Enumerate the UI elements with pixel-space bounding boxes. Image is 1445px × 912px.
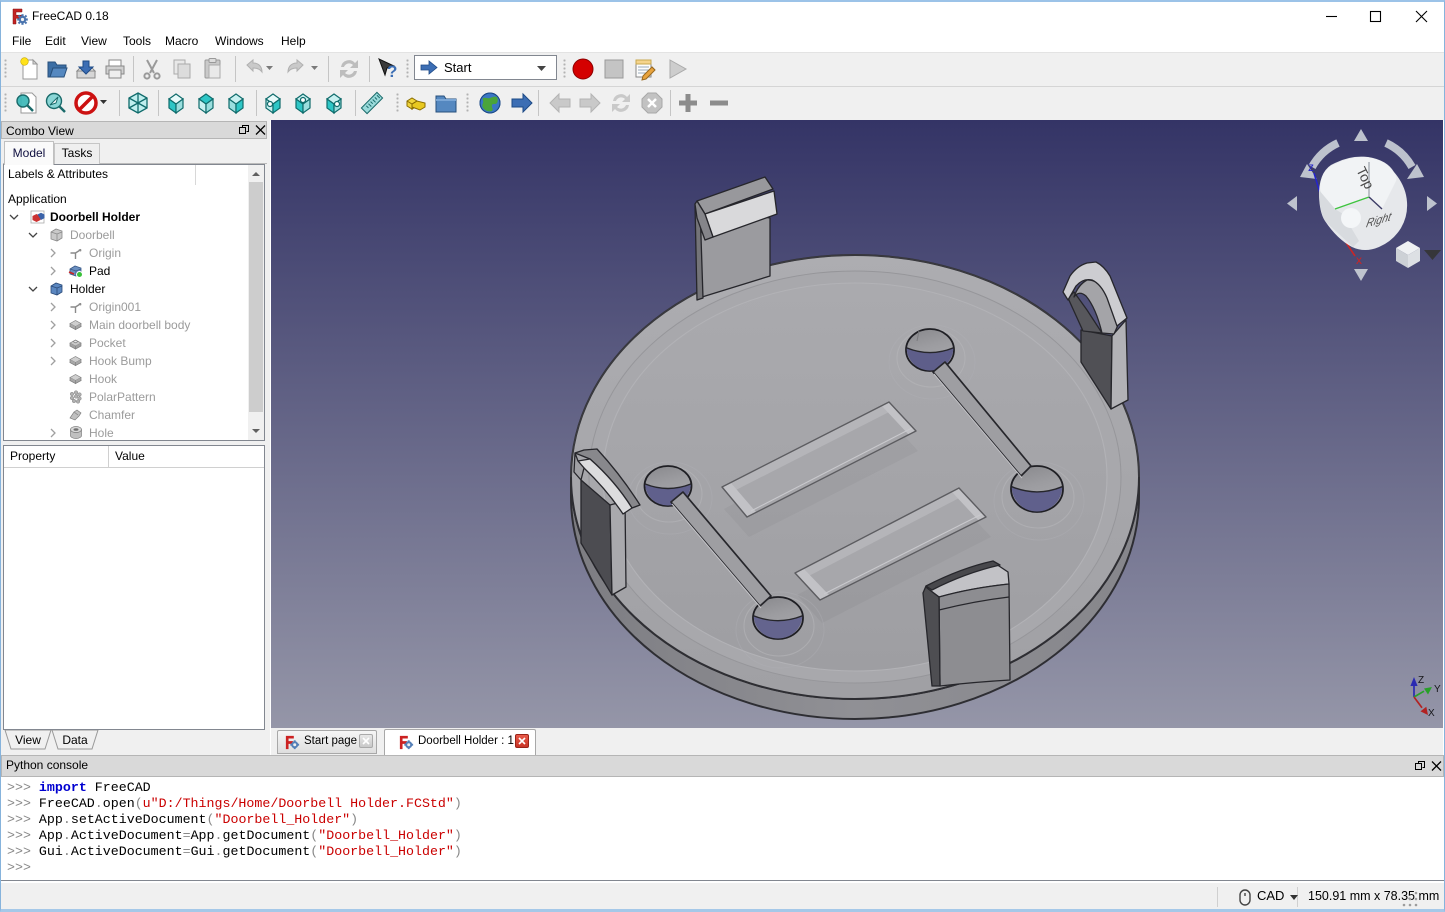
svg-text:?: ? <box>387 62 397 81</box>
svg-text:x: x <box>1356 253 1362 267</box>
svg-text:View: View <box>15 733 41 747</box>
svg-text:z: z <box>1308 160 1314 174</box>
svg-text:Z: Z <box>1418 675 1424 686</box>
svg-text:Data: Data <box>62 733 88 747</box>
svg-text:Y: Y <box>1434 684 1441 695</box>
svg-text:X: X <box>1428 708 1435 719</box>
